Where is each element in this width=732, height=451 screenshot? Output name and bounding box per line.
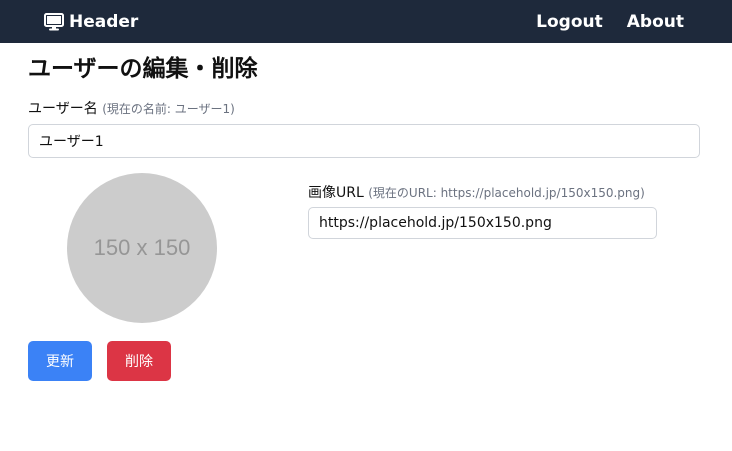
image-url-block: 画像URL (現在のURL: https://placehold.jp/150x… xyxy=(308,182,657,239)
main-content: ユーザーの編集・削除 ユーザー名 (現在の名前: ユーザー1) 150 x 15… xyxy=(0,43,732,381)
action-buttons: 更新 削除 xyxy=(28,341,704,381)
username-hint: (現在の名前: ユーザー1) xyxy=(102,102,235,116)
delete-button[interactable]: 削除 xyxy=(107,341,171,381)
monitor-icon xyxy=(44,12,64,31)
nav-links: Logout About xyxy=(536,12,684,32)
image-url-hint: (現在のURL: https://placehold.jp/150x150.pn… xyxy=(368,186,645,200)
avatar-placeholder-text: 150 x 150 xyxy=(93,235,191,260)
image-url-label-row: 画像URL (現在のURL: https://placehold.jp/150x… xyxy=(308,182,657,202)
logout-link[interactable]: Logout xyxy=(536,12,603,32)
image-url-input[interactable] xyxy=(308,207,657,239)
update-button[interactable]: 更新 xyxy=(28,341,92,381)
brand-link[interactable]: Header xyxy=(44,12,138,32)
navbar: Header Logout About xyxy=(0,0,732,43)
image-url-label: 画像URL xyxy=(308,185,364,201)
username-label: ユーザー名 xyxy=(28,101,98,117)
username-label-row: ユーザー名 (現在の名前: ユーザー1) xyxy=(28,98,704,118)
brand-label: Header xyxy=(69,11,139,32)
image-row: 150 x 150 画像URL (現在のURL: https://placeho… xyxy=(28,173,704,341)
avatar-image: 150 x 150 xyxy=(67,173,217,323)
about-link[interactable]: About xyxy=(627,12,684,32)
page-title: ユーザーの編集・削除 xyxy=(28,56,258,82)
username-input[interactable] xyxy=(28,124,700,158)
